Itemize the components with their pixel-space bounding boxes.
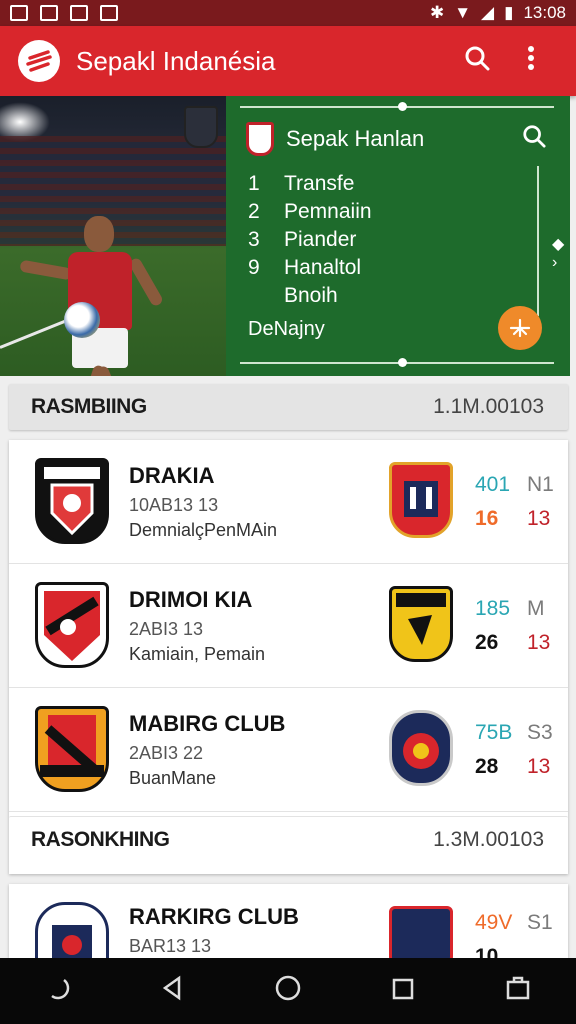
list-item[interactable]: 1 Transfe [248,170,372,198]
triangle-icon [162,975,181,1000]
table-row[interactable]: MABIRG CLUB 2ABI3 22 BuanMane 75B S3 28 13 [9,688,568,812]
shield-icon [246,122,274,156]
section-title: RASMBIING [31,395,147,418]
club-description: Kamiain, Pemain [129,643,266,664]
club-badge-icon [184,106,218,148]
navigation-bar [0,958,576,1024]
search-icon [465,46,490,70]
club-name: DRAKIA [129,462,215,488]
signal-icon: ◢ [481,3,495,22]
more-vert-icon [528,45,534,70]
club-subtitle: 2ABI3 13 [129,618,204,639]
table-row[interactable]: RARKIRG CLUB BAR13 13 49V S1 10 [9,884,568,958]
ball-icon [509,318,531,338]
club-name: DRIMOI KIA [129,586,253,612]
section-value: 1.3M.00103 [433,827,544,851]
search-icon [523,125,546,148]
player-photo [0,96,226,376]
featured-banner[interactable]: Sepak Hanlan 1 Transfe 2 Pemnaiin 3 Piander… [0,96,570,376]
menu-button[interactable] [488,974,548,1009]
wifi-icon: ▼ [454,3,472,22]
panel-footer: DeNajny [248,318,325,340]
notification-icon [70,5,88,21]
notification-icon [100,5,118,21]
app-logo-icon [18,40,60,82]
opponent-crest-icon [389,710,453,786]
club-stats: 75B S3 28 13 [475,720,553,778]
club-crest-icon [35,902,109,958]
club-description: BuanMane [129,767,217,788]
club-subtitle: 2ABI3 22 [129,742,204,763]
menu-icon [507,976,530,999]
back-button[interactable] [28,974,88,1009]
featured-panel: Sepak Hanlan 1 Transfe 2 Pemnaiin 3 Piander… [226,96,570,376]
chevron-right-icon[interactable]: ◆ › [552,234,570,272]
club-crest-icon [35,706,109,792]
table-row[interactable]: DRIMOI KIA 2ABI3 13 Kamiain, Pemain 185 M… [9,564,568,688]
list-item[interactable]: 2 Pemnaiin [248,198,372,226]
club-description: DemnialçPenMAin [129,519,278,540]
panel-title: Sepak Hanlan [286,126,425,151]
club-name: MABIRG CLUB [129,710,286,736]
clock: 13:08 [523,3,566,22]
search-button[interactable] [450,45,504,78]
battery-icon: ▮ [504,3,514,22]
club-subtitle: 10AB13 13 [129,494,219,515]
nav-button[interactable] [143,974,203,1009]
club-name: RARKIRG CLUB [129,904,299,929]
table-row[interactable]: DRAKIA 10AB13 13 DemnialçPenMAin 401 N1 1… [9,440,568,564]
ranking-card: DRAKIA 10AB13 13 DemnialçPenMAin 401 N1 1… [9,440,568,874]
home-icon [275,975,301,1000]
club-stats: 185 M 26 13 [475,596,551,654]
section-value: 1.1M.00103 [433,395,544,418]
status-bar: ✱ ▼ ◢ ▮ 13:08 [0,0,576,26]
back-icon [50,978,69,999]
opponent-crest-icon [389,462,453,538]
recents-button[interactable] [373,974,433,1009]
action-fab[interactable] [498,306,542,350]
more-options-button[interactable] [504,45,558,78]
panel-list: 1 Transfe 2 Pemnaiin 3 Piander 9 Hanaltol Bn… [248,170,372,310]
panel-search-button[interactable] [522,124,546,155]
list-item[interactable]: Bnoih [248,282,372,310]
opponent-crest-icon [389,586,453,662]
club-stats: 49V S1 10 [475,911,553,958]
section-header: RASMBIING 1.1M.00103 [9,384,568,430]
club-crest-icon [35,458,109,544]
bluetooth-icon: ✱ [429,3,445,22]
app-bar: Sepakl Indanésia [0,26,576,96]
ranking-card: RARKIRG CLUB BAR13 13 49V S1 10 [9,884,568,958]
home-button[interactable] [258,974,318,1009]
recents-icon [392,978,414,999]
list-item[interactable]: 3 Piander [248,226,372,254]
notification-icon [10,5,28,21]
club-stats: 401 N1 16 13 [475,472,554,530]
club-subtitle: BAR13 13 [129,936,212,956]
section-title: RASONKHING [31,827,170,851]
section-header: RASONKHING 1.3M.00103 [9,816,568,862]
opponent-crest-icon [389,906,453,958]
club-crest-icon [35,582,109,668]
list-item[interactable]: 9 Hanaltol [248,254,372,282]
notification-icon [40,5,58,21]
app-title: Sepakl Indanésia [76,45,276,76]
